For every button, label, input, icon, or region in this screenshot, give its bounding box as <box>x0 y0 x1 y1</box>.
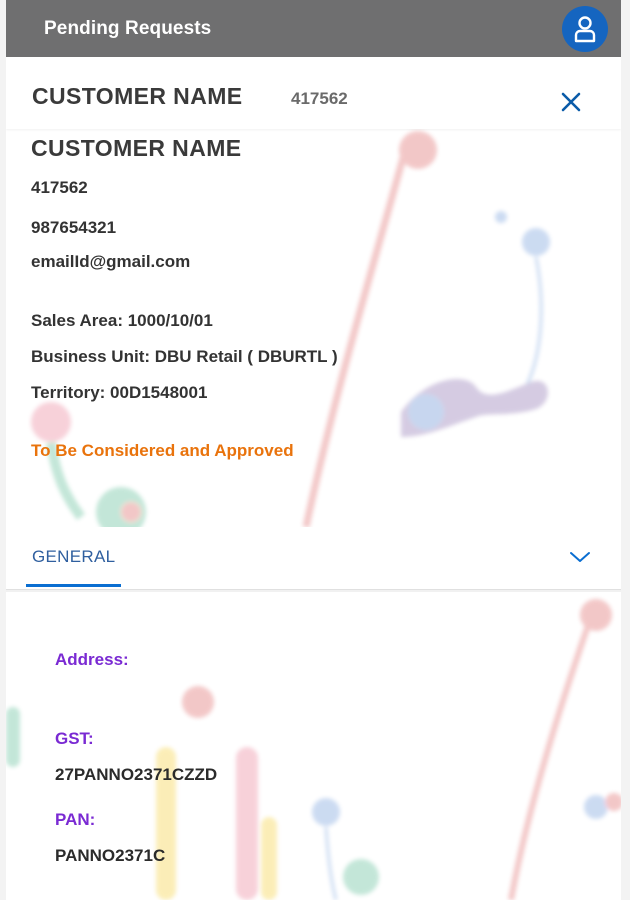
business-unit: Business Unit: DBU Retail ( DBURTL ) <box>31 347 338 366</box>
app-root: Pending Requests CUSTOMER NAME 417562 CU… <box>0 0 630 900</box>
header-customer-name: CUSTOMER NAME <box>32 83 243 109</box>
shell-title: Pending Requests <box>44 17 212 39</box>
pan-value: PANNO2371C <box>55 846 166 865</box>
sales-area: Sales Area: 1000/10/01 <box>31 311 213 330</box>
customer-id: 417562 <box>31 178 88 197</box>
user-icon <box>574 16 596 43</box>
gst-value: 27PANNO2371CZZD <box>55 765 218 784</box>
object-header: CUSTOMER NAME 417562 <box>6 57 621 129</box>
customer-name: CUSTOMER NAME <box>31 135 242 161</box>
chevron-down-icon[interactable] <box>569 549 591 565</box>
detail-panel: CUSTOMER NAME 417562 CUSTOMER NAME 41756… <box>6 57 621 900</box>
approval-status: To Be Considered and Approved <box>31 441 294 460</box>
customer-email: emailId@gmail.com <box>31 252 191 271</box>
gst-label: GST: <box>55 729 94 748</box>
address-label: Address: <box>55 650 129 669</box>
territory: Territory: 00D1548001 <box>31 383 208 402</box>
shell-bar: Pending Requests <box>6 0 621 57</box>
user-avatar-button[interactable] <box>562 6 608 52</box>
tab-general-label: GENERAL <box>32 547 116 566</box>
header-customer-id: 417562 <box>291 89 348 108</box>
tab-bar: GENERAL <box>6 527 621 590</box>
customer-phone: 987654321 <box>31 218 117 237</box>
tab-selected-indicator <box>26 584 122 587</box>
close-icon[interactable] <box>559 90 583 114</box>
pan-label: PAN: <box>55 810 96 829</box>
tab-general[interactable]: GENERAL <box>26 527 122 587</box>
